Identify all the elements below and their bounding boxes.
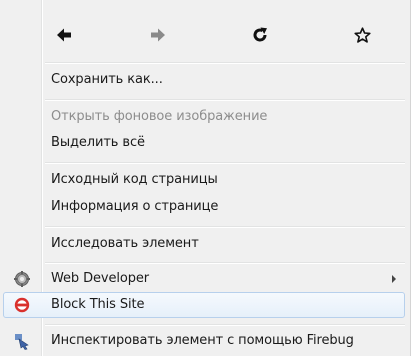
menu-item-save-as[interactable]: Сохранить как...	[3, 67, 405, 93]
firebug-icon	[15, 334, 29, 350]
menu-item-label: Исходный код страницы	[51, 172, 218, 187]
forward-button[interactable]	[140, 18, 176, 52]
menu-separator	[45, 262, 405, 264]
menu-separator	[45, 162, 405, 164]
back-button[interactable]	[46, 18, 82, 52]
menu-separator	[45, 62, 405, 64]
menu-item-view-page-source[interactable]: Исходный код страницы	[3, 167, 405, 193]
star-icon	[353, 26, 371, 43]
menu-item-inspect-element[interactable]: Исследовать элемент	[3, 231, 405, 257]
reload-button[interactable]	[242, 18, 278, 52]
menu-separator	[45, 99, 405, 101]
menu-item-select-all[interactable]: Выделить всё	[3, 130, 405, 156]
menu-item-inspect-with-firebug[interactable]: Инспектировать элемент с помощью Firebug	[3, 328, 405, 354]
menu-item-page-info[interactable]: Информация о странице	[3, 194, 405, 220]
menu-item-web-developer[interactable]: Web Developer	[3, 266, 405, 292]
menu-separator	[45, 226, 405, 228]
menu-item-open-background-image: Открыть фоновое изображение	[3, 104, 405, 130]
menu-separator	[45, 324, 405, 326]
submenu-arrow-icon	[392, 275, 396, 283]
reload-icon	[253, 27, 267, 42]
menu-item-label: Исследовать элемент	[51, 236, 199, 251]
menu-item-label: Сохранить как...	[51, 72, 163, 87]
menu-item-label: Block This Site	[51, 297, 145, 312]
menu-item-label: Инспектировать элемент с помощью Firebug	[51, 333, 354, 348]
gear-icon	[14, 271, 30, 287]
menu-item-label: Web Developer	[51, 271, 150, 286]
menu-item-label: Открыть фоновое изображение	[51, 109, 268, 124]
menu-item-label: Выделить всё	[51, 135, 145, 150]
menu-item-block-this-site[interactable]: Block This Site	[3, 292, 405, 318]
context-menu: Сохранить как... Открыть фоновое изображ…	[0, 0, 411, 356]
block-icon	[14, 297, 30, 313]
bookmark-button[interactable]	[344, 18, 380, 52]
menu-item-label: Информация о странице	[51, 199, 219, 214]
forward-arrow-icon	[151, 28, 165, 42]
back-arrow-icon	[57, 28, 71, 42]
navigation-bar	[44, 18, 384, 52]
